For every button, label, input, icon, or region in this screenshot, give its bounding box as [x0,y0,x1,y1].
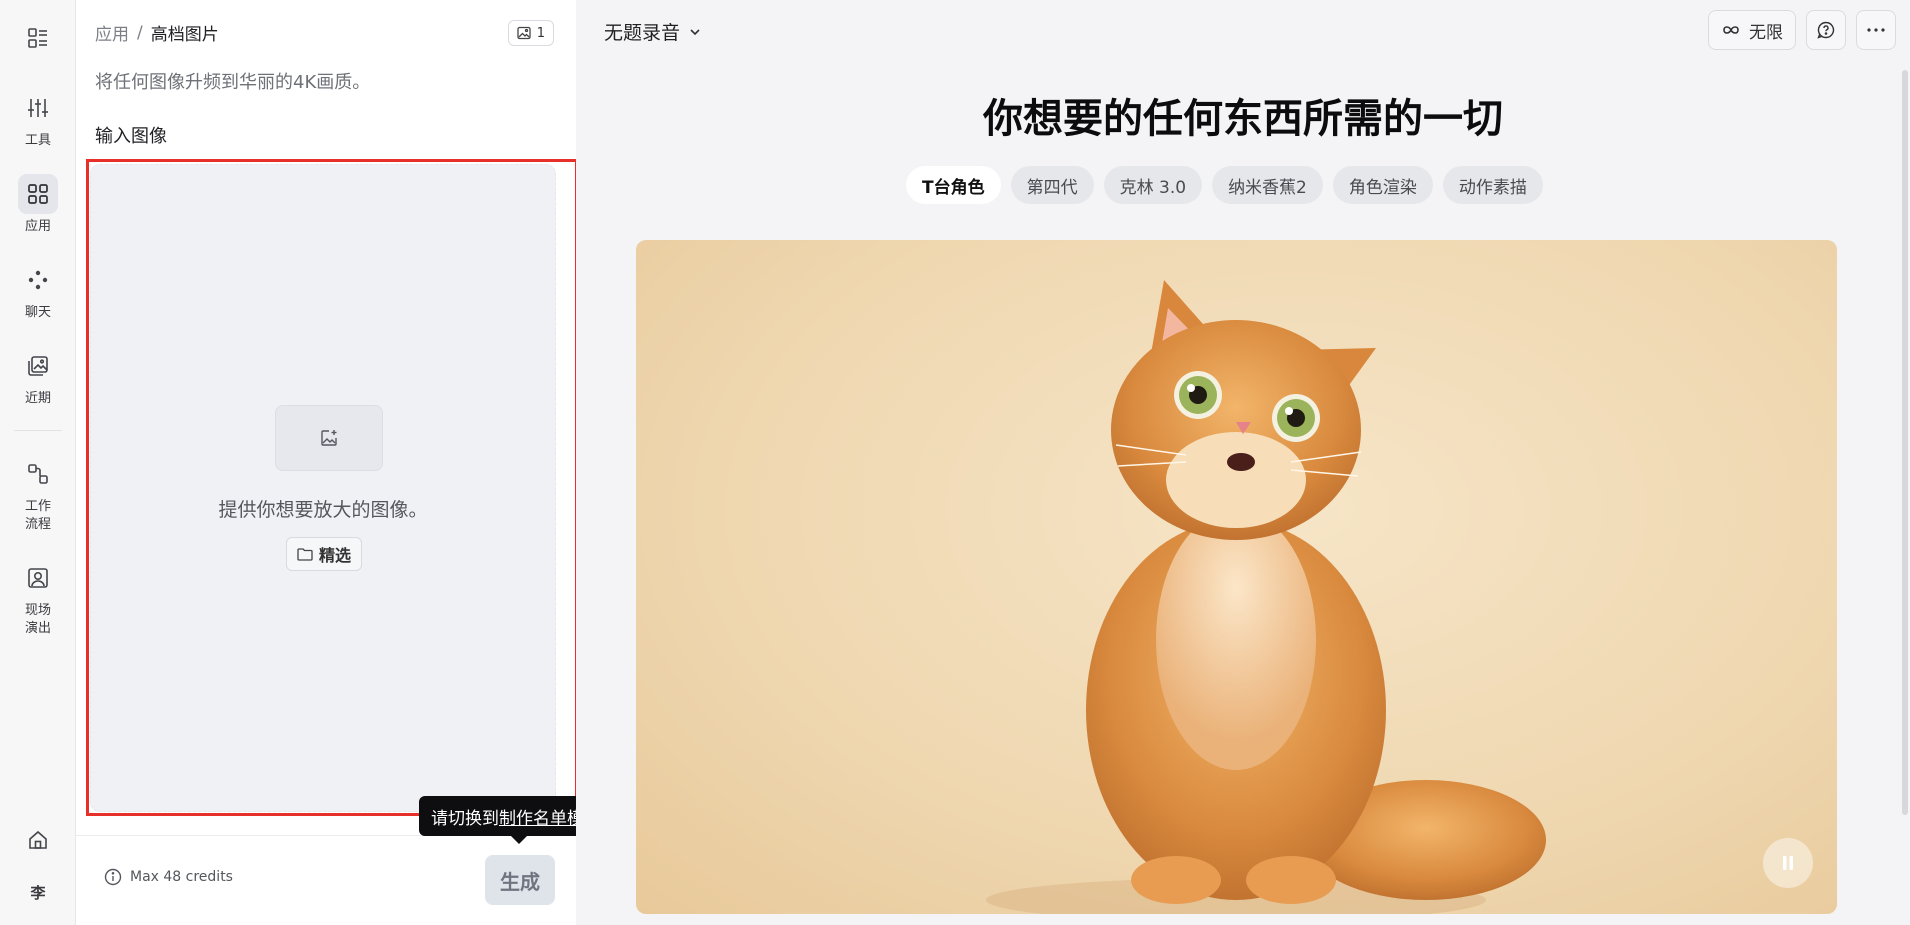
folder-icon [297,548,313,561]
list-grid-icon [18,18,58,58]
rail-item-recent[interactable]: 近期 [8,346,68,408]
rail-menu-toggle[interactable] [8,18,68,58]
rail-label-live: 现场 演出 [24,603,51,636]
feedback-button[interactable] [1806,10,1846,50]
image-count-badge[interactable]: 1 [507,20,554,46]
browse-button[interactable]: 精选 [286,537,363,571]
icon-rail: 工具 应用 聊天 近期 工作 流程 现场 演出 李 [0,0,76,925]
user-avatar[interactable]: 李 [8,884,68,902]
tooltip-prefix: 请切换到 [431,808,499,829]
chip-character-render[interactable]: 角色渲染 [1332,166,1433,204]
image-dropzone[interactable]: 提供你想要放大的图像。 精选 [90,164,556,812]
unlimited-label: 无限 [1749,22,1783,43]
rail-item-chat[interactable]: 聊天 [8,260,68,322]
hero-title: 你想要的任何东西所需的一切 [983,96,1503,142]
generate-button[interactable]: 生成 [485,855,555,905]
images-icon [18,346,58,386]
rail-label-recent: 近期 [24,391,51,406]
help-chat-icon [1817,21,1835,39]
cat-illustration [986,280,1546,914]
add-image-button[interactable] [275,405,383,471]
portrait-icon [18,558,58,598]
rail-divider [14,430,62,431]
pause-icon [1783,856,1793,870]
breadcrumb-current: 高档图片 [150,25,219,45]
chevron-down-icon [690,28,700,35]
rail-item-live[interactable]: 现场 演出 [8,558,68,638]
rail-label-workflow: 工作 流程 [24,499,51,532]
sliders-icon [18,88,58,128]
model-chip-row: T台角色 第四代 克林 3.0 纳米香蕉2 角色渲染 动作素描 [906,166,1543,204]
home-icon [18,820,58,860]
image-count-value: 1 [536,25,545,41]
main-scrollbar[interactable] [1902,70,1908,815]
project-title-dropdown[interactable]: 无题录音 [604,18,702,45]
breadcrumb: 应用 / 高档图片 [95,20,219,46]
chip-motion-sketch[interactable]: 动作素描 [1442,166,1543,204]
rail-item-tools[interactable]: 工具 [8,88,68,150]
main-area: 无题录音 无限 你想要的任何东西所需的一切 T台角色 第四代 克林 3.0 纳米… [576,0,1910,925]
chip-kling-3[interactable]: 克林 3.0 [1103,166,1203,204]
rail-label-apps: 应用 [24,219,51,234]
rail-item-workflow[interactable]: 工作 流程 [8,454,68,534]
info-icon [104,868,122,886]
nodes-icon [18,260,58,300]
grid-icon [18,174,58,214]
pause-button[interactable] [1763,838,1813,888]
dropzone-prompt: 提供你想要放大的图像。 [218,499,428,521]
chip-gen4[interactable]: 第四代 [1010,166,1094,204]
app-description: 将任何图像升频到华丽的4K画质。 [95,72,371,93]
breadcrumb-apps-link[interactable]: 应用 [95,20,129,45]
infinity-icon [1723,26,1739,34]
chip-runway-character[interactable]: T台角色 [906,166,1001,204]
breadcrumb-separator: / [137,22,143,43]
credits-info: Max 48 credits [104,868,233,886]
more-horizontal-icon [1867,28,1885,32]
rail-item-apps[interactable]: 应用 [8,174,68,236]
top-actions: 无限 [1708,10,1896,50]
more-options-button[interactable] [1856,10,1896,50]
app-window: 工具 应用 聊天 近期 工作 流程 现场 演出 李 应用 / 高档图片 1 将任… [0,0,1910,925]
input-image-heading: 输入图像 [95,126,167,147]
app-form-panel: 应用 / 高档图片 1 将任何图像升频到华丽的4K画质。 输入图像 提供你想要放… [76,0,576,925]
rail-label-chat: 聊天 [24,305,51,320]
unlimited-button[interactable]: 无限 [1708,10,1796,50]
project-title: 无题录音 [604,22,681,44]
rail-item-home[interactable] [8,820,68,860]
workflow-icon [18,454,58,494]
browse-label: 精选 [319,546,352,565]
chip-nano-banana-2[interactable]: 纳米香蕉2 [1212,166,1323,204]
image-icon [517,26,531,40]
add-image-icon [321,430,337,446]
credits-text: Max 48 credits [130,869,233,885]
rail-label-tools: 工具 [24,133,51,148]
showcase-video[interactable] [636,240,1837,914]
